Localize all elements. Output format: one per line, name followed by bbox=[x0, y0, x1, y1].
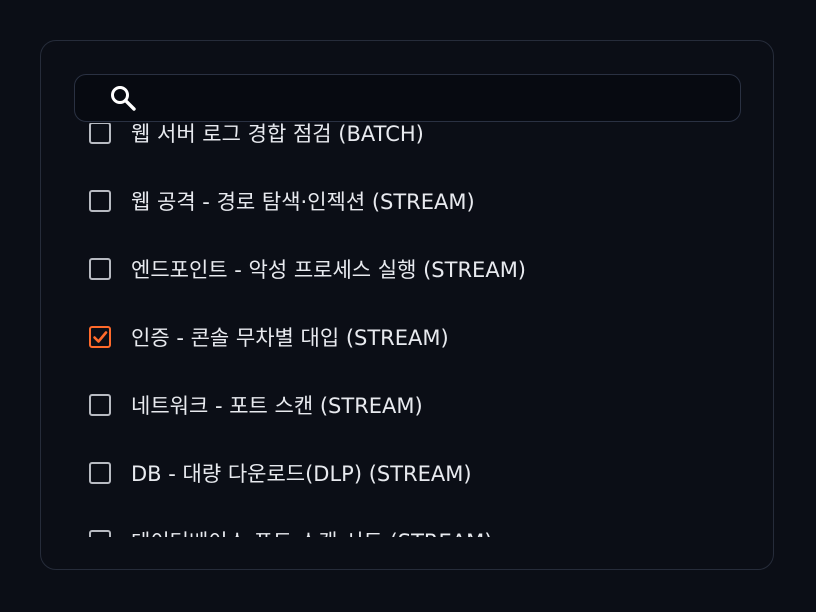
search-box[interactable] bbox=[74, 74, 741, 122]
item-label: 웹 서버 로그 경합 점검 (BATCH) bbox=[131, 123, 424, 146]
checkbox[interactable] bbox=[89, 394, 111, 416]
checkbox-checked[interactable] bbox=[89, 326, 111, 348]
search-icon bbox=[109, 84, 137, 112]
list-item[interactable]: 네트워크 - 포트 스캔 (STREAM) bbox=[89, 385, 423, 425]
item-label: 웹 공격 - 경로 탐색·인젝션 (STREAM) bbox=[131, 190, 475, 214]
check-icon bbox=[93, 331, 108, 343]
search-input[interactable] bbox=[147, 81, 726, 117]
list-item[interactable]: 웹 공격 - 경로 탐색·인젝션 (STREAM) bbox=[89, 181, 475, 221]
checkbox[interactable] bbox=[89, 123, 111, 144]
checkbox[interactable] bbox=[89, 190, 111, 212]
checkbox[interactable] bbox=[89, 462, 111, 484]
item-label: 네트워크 - 포트 스캔 (STREAM) bbox=[131, 394, 423, 418]
list-item[interactable]: 웹 서버 로그 경합 점검 (BATCH) bbox=[89, 123, 424, 153]
list-item[interactable]: 데이터베이스 포트 스캔 시도 (STREAM) bbox=[89, 521, 492, 537]
list-item[interactable]: 엔드포인트 - 악성 프로세스 실행 (STREAM) bbox=[89, 249, 526, 289]
filter-panel: 웹 서버 로그 경합 점검 (BATCH) 웹 공격 - 경로 탐색·인젝션 (… bbox=[40, 40, 774, 570]
checkbox[interactable] bbox=[89, 258, 111, 280]
item-label: 데이터베이스 포트 스캔 시도 (STREAM) bbox=[131, 526, 492, 537]
checkbox[interactable] bbox=[89, 530, 111, 537]
item-label: 인증 - 콘솔 무차별 대입 (STREAM) bbox=[131, 326, 449, 350]
option-list[interactable]: 웹 서버 로그 경합 점검 (BATCH) 웹 공격 - 경로 탐색·인젝션 (… bbox=[41, 123, 773, 537]
item-label: DB - 대량 다운로드(DLP) (STREAM) bbox=[131, 462, 472, 486]
item-label: 엔드포인트 - 악성 프로세스 실행 (STREAM) bbox=[131, 258, 527, 282]
list-item[interactable]: 인증 - 콘솔 무차별 대입 (STREAM) bbox=[89, 317, 449, 357]
list-item[interactable]: DB - 대량 다운로드(DLP) (STREAM) bbox=[89, 453, 472, 493]
